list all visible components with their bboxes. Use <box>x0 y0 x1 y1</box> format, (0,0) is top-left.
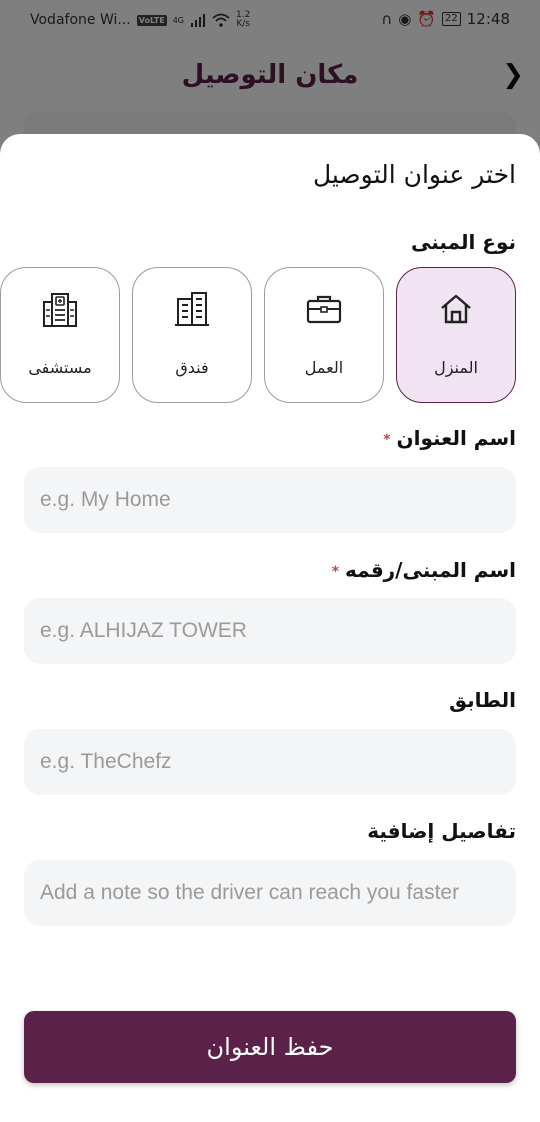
details-label: تفاصيل إضافية <box>367 819 516 843</box>
address-name-label-text: اسم العنوان <box>396 426 516 450</box>
building-type-hotel[interactable]: فندق <box>132 267 252 403</box>
building-name-input[interactable] <box>24 598 516 664</box>
details-input[interactable] <box>24 860 516 926</box>
home-icon <box>397 288 515 330</box>
building-type-selector: المنزل العمل فندق مستشفى <box>0 267 540 403</box>
building-type-label-work: العمل <box>304 358 344 377</box>
save-address-button[interactable]: حفظ العنوان <box>24 1011 516 1083</box>
building-type-label-home: المنزل <box>434 358 478 377</box>
floor-input[interactable] <box>24 729 516 795</box>
building-type-label-hotel: فندق <box>175 358 209 377</box>
sheet-title: اختر عنوان التوصيل <box>312 160 516 189</box>
address-name-label: اسم العنوان * <box>383 426 516 450</box>
building-type-work[interactable]: العمل <box>264 267 384 403</box>
floor-label: الطابق <box>449 688 516 712</box>
building-type-hospital[interactable]: مستشفى <box>0 267 120 403</box>
building-type-label: نوع المبنى <box>410 230 516 254</box>
hospital-icon <box>1 288 119 330</box>
briefcase-icon <box>265 288 383 330</box>
address-name-input[interactable] <box>24 467 516 533</box>
hotel-icon <box>133 288 251 330</box>
building-name-label: اسم المبنى/رقمه * <box>332 558 516 582</box>
required-asterisk: * <box>331 563 340 580</box>
building-name-label-text: اسم المبنى/رقمه <box>345 558 516 582</box>
building-type-label-hospital: مستشفى <box>28 358 92 377</box>
building-type-home[interactable]: المنزل <box>396 267 516 403</box>
address-bottom-sheet: اختر عنوان التوصيل نوع المبنى المنزل الع… <box>0 134 540 1122</box>
required-asterisk: * <box>383 431 391 448</box>
